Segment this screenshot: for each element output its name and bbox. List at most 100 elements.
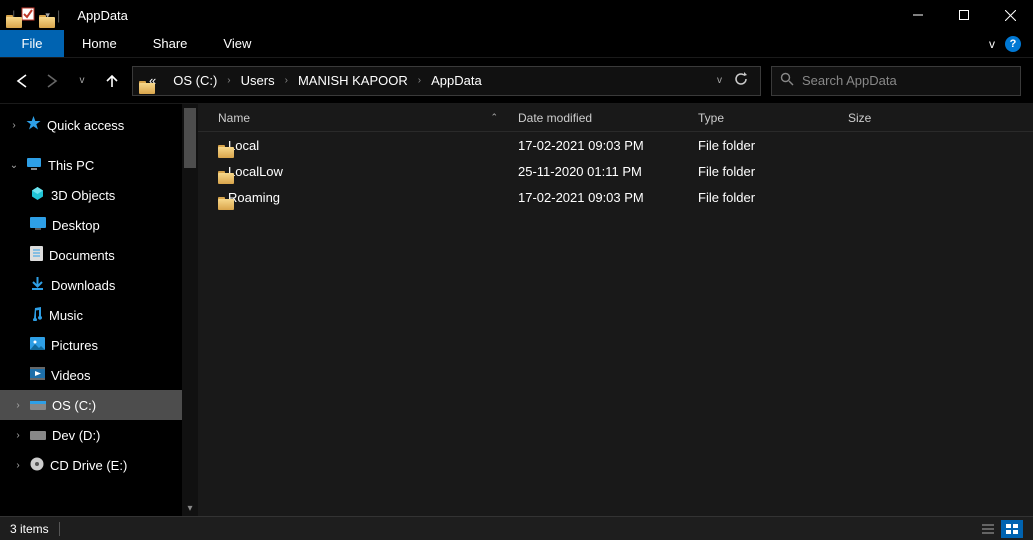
videos-icon xyxy=(30,367,45,383)
nav-pictures[interactable]: Pictures xyxy=(0,330,198,360)
file-name: LocalLow xyxy=(228,164,283,179)
breadcrumb-3[interactable]: AppData xyxy=(425,73,488,88)
ribbon-expand-icon[interactable]: v xyxy=(989,37,995,51)
nav-music[interactable]: Music xyxy=(0,300,198,330)
file-type: File folder xyxy=(698,164,848,179)
tab-share[interactable]: Share xyxy=(135,30,206,57)
view-details-button[interactable] xyxy=(977,520,999,538)
breadcrumb-1[interactable]: Users xyxy=(235,73,281,88)
column-date[interactable]: Date modified xyxy=(518,111,698,125)
tab-view[interactable]: View xyxy=(205,30,269,57)
file-name: Roaming xyxy=(228,190,280,205)
documents-icon xyxy=(30,246,43,264)
titlebar: | ▾ | AppData xyxy=(0,0,1033,30)
nav-os-c[interactable]: › OS (C:) xyxy=(0,390,198,420)
col-name-label: Name xyxy=(218,111,250,125)
nav-cd-drive-e[interactable]: › CD Drive (E:) xyxy=(0,450,198,480)
column-headers: Name ⌃ Date modified Type Size xyxy=(198,104,1033,132)
nav-dev-d[interactable]: › Dev (D:) xyxy=(0,420,198,450)
minimize-button[interactable] xyxy=(895,0,941,30)
view-large-icons-button[interactable] xyxy=(1001,520,1023,538)
file-date: 25-11-2020 01:11 PM xyxy=(518,164,698,179)
tab-file[interactable]: File xyxy=(0,30,64,57)
recent-dropdown-icon[interactable]: v xyxy=(72,75,92,86)
address-right: v xyxy=(717,72,754,89)
chevron-right-icon[interactable]: › xyxy=(12,400,24,411)
nav-label: 3D Objects xyxy=(51,188,115,203)
chevron-right-icon[interactable]: › xyxy=(12,430,24,441)
file-date: 17-02-2021 09:03 PM xyxy=(518,190,698,205)
address-toolbar: v « OS (C:) › Users › MANISH KAPOOR › Ap… xyxy=(0,58,1033,104)
back-button[interactable] xyxy=(12,73,32,89)
scrollbar-thumb[interactable] xyxy=(184,108,196,168)
pc-icon xyxy=(26,157,42,174)
file-row[interactable]: Roaming 17-02-2021 09:03 PM File folder xyxy=(198,184,1033,210)
column-name[interactable]: Name ⌃ xyxy=(198,111,518,125)
drive-icon xyxy=(30,398,46,413)
chevron-right-icon[interactable]: › xyxy=(227,75,230,86)
tab-home[interactable]: Home xyxy=(64,30,135,57)
file-date: 17-02-2021 09:03 PM xyxy=(518,138,698,153)
column-size[interactable]: Size xyxy=(848,111,1033,125)
search-box[interactable]: Search AppData xyxy=(771,66,1021,96)
search-icon xyxy=(780,72,794,89)
file-row[interactable]: Local 17-02-2021 09:03 PM File folder xyxy=(198,132,1033,158)
properties-icon[interactable] xyxy=(21,7,35,24)
nav-downloads[interactable]: Downloads xyxy=(0,270,198,300)
status-bar: 3 items xyxy=(0,516,1033,540)
disc-icon xyxy=(30,457,44,474)
scroll-down-icon[interactable]: ▾ xyxy=(182,500,198,516)
chevron-right-icon[interactable]: › xyxy=(12,460,24,471)
window-controls xyxy=(895,0,1033,30)
ribbon-right: v ? xyxy=(989,30,1033,57)
explorer-body: › Quick access ⌄ This PC 3D Objects Desk… xyxy=(0,104,1033,516)
nav-quick-access[interactable]: › Quick access xyxy=(0,110,198,140)
ribbon-tabs: File Home Share View v ? xyxy=(0,30,1033,58)
nav-label: Dev (D:) xyxy=(52,428,100,443)
breadcrumb-0[interactable]: OS (C:) xyxy=(167,73,223,88)
quick-access-toolbar: | ▾ | xyxy=(6,7,63,24)
chevron-right-icon[interactable]: › xyxy=(285,75,288,86)
search-placeholder: Search AppData xyxy=(802,73,897,88)
nav-3d-objects[interactable]: 3D Objects xyxy=(0,180,198,210)
drive-icon xyxy=(30,428,46,443)
file-list: Name ⌃ Date modified Type Size Local 17-… xyxy=(198,104,1033,516)
chevron-right-icon[interactable]: › xyxy=(8,120,20,131)
maximize-button[interactable] xyxy=(941,0,987,30)
nav-label: This PC xyxy=(48,158,94,173)
nav-label: Downloads xyxy=(51,278,115,293)
music-icon xyxy=(30,306,43,324)
file-row[interactable]: LocalLow 25-11-2020 01:11 PM File folder xyxy=(198,158,1033,184)
forward-button[interactable] xyxy=(42,73,62,89)
window-title: AppData xyxy=(77,8,128,23)
pictures-icon xyxy=(30,337,45,353)
chevron-right-icon[interactable]: › xyxy=(418,75,421,86)
downloads-icon xyxy=(30,276,45,294)
nav-label: Videos xyxy=(51,368,91,383)
3d-objects-icon xyxy=(30,186,45,204)
chevron-down-icon[interactable]: ⌄ xyxy=(8,160,20,171)
address-dropdown-icon[interactable]: v xyxy=(717,75,722,86)
nav-label: Music xyxy=(49,308,83,323)
breadcrumb-2[interactable]: MANISH KAPOOR xyxy=(292,73,414,88)
nav-this-pc[interactable]: ⌄ This PC xyxy=(0,150,198,180)
nav-label: Desktop xyxy=(52,218,100,233)
file-type: File folder xyxy=(698,138,848,153)
nav-scrollbar[interactable]: ▴ ▾ xyxy=(182,104,198,516)
nav-videos[interactable]: Videos xyxy=(0,360,198,390)
nav-label: Pictures xyxy=(51,338,98,353)
up-button[interactable] xyxy=(102,73,122,89)
nav-documents[interactable]: Documents xyxy=(0,240,198,270)
column-type[interactable]: Type xyxy=(698,111,848,125)
nav-desktop[interactable]: Desktop xyxy=(0,210,198,240)
help-button[interactable]: ? xyxy=(1005,36,1021,52)
nav-label: CD Drive (E:) xyxy=(50,458,127,473)
address-bar[interactable]: « OS (C:) › Users › MANISH KAPOOR › AppD… xyxy=(132,66,761,96)
sort-asc-icon: ⌃ xyxy=(490,112,498,123)
view-toggles xyxy=(977,520,1023,538)
nav-label: OS (C:) xyxy=(52,398,96,413)
refresh-button[interactable] xyxy=(734,72,748,89)
close-button[interactable] xyxy=(987,0,1033,30)
status-separator xyxy=(59,522,60,536)
nav-label: Quick access xyxy=(47,118,124,133)
